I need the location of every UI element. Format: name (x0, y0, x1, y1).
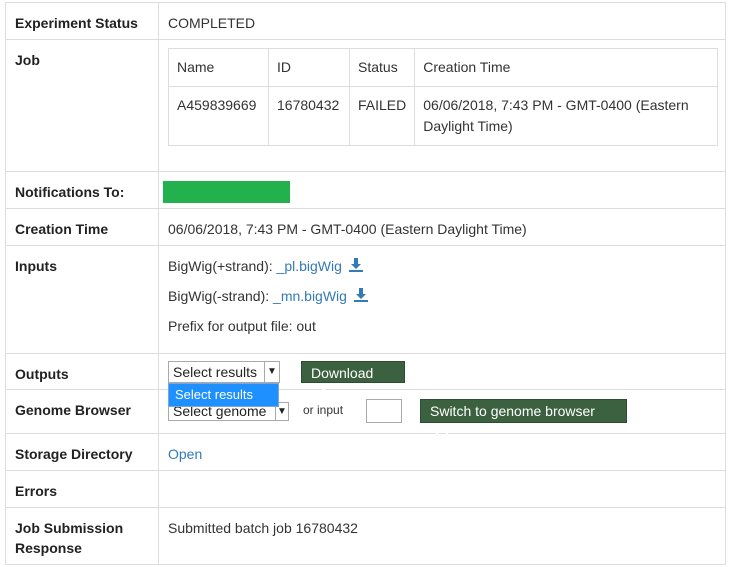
output-prefix-text: Prefix for output file: out (168, 318, 316, 334)
or-input-label: or input (303, 403, 344, 417)
redacted-email-block (163, 181, 290, 203)
input-plus-strand: BigWig(+strand): _pl.bigWig (168, 251, 716, 281)
row-job-submission: Job Submission Response Submitted batch … (6, 508, 725, 564)
input-minus-label: BigWig(-strand): (168, 288, 270, 304)
download-icon[interactable] (353, 288, 368, 302)
download-icon[interactable] (348, 258, 363, 272)
label-experiment-status: Experiment Status (6, 3, 159, 39)
notifications-value (159, 172, 725, 208)
label-inputs: Inputs (6, 246, 159, 353)
results-dropdown-option[interactable]: Select results (168, 383, 279, 407)
input-plus-label: BigWig(+strand): (168, 258, 273, 274)
job-value: Name ID Status Creation Time A459839669 … (159, 40, 725, 171)
switch-genome-browser-label: Switch to genome browser (430, 403, 595, 419)
job-status-cell: FAILED (348, 86, 416, 146)
row-job: Job Name ID Status Creation Time A459839… (6, 40, 725, 172)
job-name-cell: A459839669 (168, 86, 269, 146)
errors-value (159, 471, 725, 507)
job-col-id: ID (268, 48, 350, 87)
job-table: Name ID Status Creation Time A459839669 … (168, 48, 718, 146)
row-errors: Errors (6, 471, 725, 508)
job-col-name: Name (168, 48, 269, 87)
label-notifications: Notifications To: (6, 172, 159, 208)
genome-input-field[interactable] (366, 399, 402, 423)
label-genome-browser: Genome Browser (6, 390, 159, 433)
job-col-status: Status (348, 48, 416, 87)
switch-genome-browser-button[interactable]: Switch to genome browser (420, 399, 627, 438)
row-experiment-status: Experiment Status COMPLETED (6, 3, 725, 40)
table-row: A459839669 16780432 FAILED 06/06/2018, 7… (168, 86, 718, 146)
experiment-details-table: Experiment Status COMPLETED Job Name ID … (5, 2, 726, 565)
label-storage-directory: Storage Directory (6, 434, 159, 470)
download-button[interactable]: Download (301, 361, 405, 400)
results-select[interactable]: Select results ▼ (168, 361, 280, 383)
results-select-value: Select results (173, 364, 258, 380)
chevron-down-icon[interactable]: ▼ (264, 362, 279, 382)
download-button-label: Download (311, 365, 374, 381)
label-errors: Errors (6, 471, 159, 507)
label-outputs: Outputs (6, 354, 159, 389)
minus-bigwig-link[interactable]: _mn.bigWig (273, 288, 347, 304)
job-table-header: Name ID Status Creation Time (168, 48, 718, 87)
experiment-status-value: COMPLETED (168, 15, 256, 31)
row-inputs: Inputs BigWig(+strand): _pl.bigWig BigWi… (6, 246, 725, 354)
label-job-submission: Job Submission Response (6, 508, 159, 564)
job-creation-time-cell: 06/06/2018, 7:43 PM - GMT-0400 (Eastern … (414, 86, 718, 146)
row-creation-time: Creation Time 06/06/2018, 7:43 PM - GMT-… (6, 209, 725, 246)
row-storage-directory: Storage Directory Open (6, 434, 725, 471)
inputs-value: BigWig(+strand): _pl.bigWig BigWig(-stra… (159, 246, 725, 353)
input-minus-strand: BigWig(-strand): _mn.bigWig (168, 281, 716, 311)
storage-open-link[interactable]: Open (168, 446, 202, 462)
creation-time-value: 06/06/2018, 7:43 PM - GMT-0400 (Eastern … (168, 221, 527, 237)
label-creation-time: Creation Time (6, 209, 159, 245)
job-submission-value: Submitted batch job 16780432 (168, 520, 358, 536)
label-job: Job (6, 40, 159, 171)
plus-bigwig-link[interactable]: _pl.bigWig (277, 258, 342, 274)
row-notifications: Notifications To: (6, 172, 725, 209)
external-link-icon (436, 425, 449, 438)
job-id-cell: 16780432 (268, 86, 350, 146)
download-icon (317, 387, 330, 400)
job-col-creation-time: Creation Time (414, 48, 718, 87)
